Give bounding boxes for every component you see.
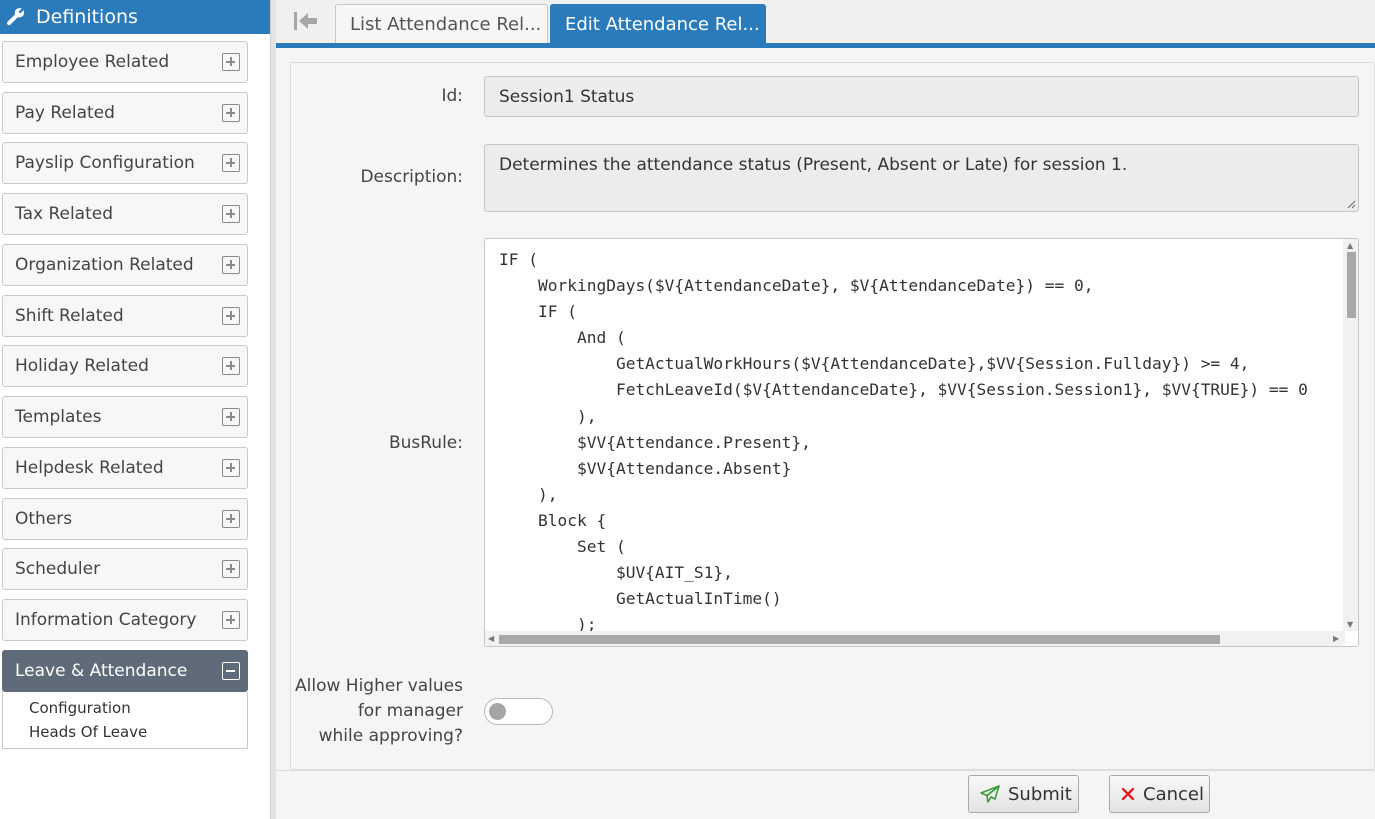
tab-edit-attendance[interactable]: Edit Attendance Rel... <box>550 4 766 44</box>
expand-plus-icon[interactable] <box>222 104 240 122</box>
vertical-scrollbar[interactable]: ▲ ▼ <box>1343 239 1358 631</box>
scroll-down-arrow-icon[interactable]: ▼ <box>1347 621 1353 629</box>
close-icon <box>1122 788 1134 800</box>
sidebar-item-label: Holiday Related <box>15 356 149 376</box>
submenu-item-heads-of-leave[interactable]: Heads Of Leave <box>29 723 147 741</box>
id-field[interactable]: Session1 Status <box>484 76 1359 117</box>
sidebar-item-label: Payslip Configuration <box>15 153 195 173</box>
sidebar-item-label: Templates <box>15 407 102 427</box>
allow-higher-label-line2: for manager <box>357 701 463 721</box>
busrule-code-editor[interactable]: IF ( WorkingDays($V{AttendanceDate}, $V{… <box>484 238 1359 647</box>
sidebar-item-pay-related[interactable]: Pay Related <box>2 92 248 134</box>
sidebar-item-label: Leave & Attendance <box>15 661 188 681</box>
sidebar-header: Definitions <box>0 0 270 34</box>
expand-plus-icon[interactable] <box>222 256 240 274</box>
id-value: Session1 Status <box>499 87 635 107</box>
submit-label: Submit <box>1008 784 1072 805</box>
sidebar-item-label: Organization Related <box>15 255 194 275</box>
sidebar-item-employee-related[interactable]: Employee Related <box>2 41 248 83</box>
tab-label: Edit Attendance Rel... <box>565 14 760 35</box>
tab-label: List Attendance Rel... <box>350 14 542 35</box>
horizontal-scroll-thumb[interactable] <box>499 635 1220 644</box>
busrule-label: BusRule: <box>388 433 463 453</box>
scroll-left-arrow-icon[interactable]: ◀ <box>488 635 494 643</box>
cancel-button[interactable]: Cancel <box>1109 775 1210 813</box>
vertical-scroll-thumb[interactable] <box>1347 252 1356 318</box>
expand-plus-icon[interactable] <box>222 560 240 578</box>
tab-list-attendance[interactable]: List Attendance Rel... <box>335 4 548 44</box>
sidebar-item-others[interactable]: Others <box>2 498 248 540</box>
expand-plus-icon[interactable] <box>222 408 240 426</box>
busrule-code: IF ( WorkingDays($V{AttendanceDate}, $V{… <box>499 250 1308 635</box>
sidebar-item-information-category[interactable]: Information Category <box>2 599 248 641</box>
expand-plus-icon[interactable] <box>222 205 240 223</box>
sidebar-item-label: Employee Related <box>15 52 170 72</box>
description-label: Description: <box>360 167 463 187</box>
collapse-sidebar-icon[interactable] <box>291 10 319 32</box>
sidebar: Definitions Employee Related Pay Related… <box>0 0 270 819</box>
leave-attendance-submenu: Configuration Heads Of Leave <box>2 692 248 749</box>
submenu-item-configuration[interactable]: Configuration <box>29 699 131 717</box>
expand-plus-icon[interactable] <box>222 611 240 629</box>
sidebar-item-helpdesk-related[interactable]: Helpdesk Related <box>2 447 248 489</box>
resize-grip-icon[interactable] <box>1347 200 1356 209</box>
sidebar-item-leave-attendance[interactable]: Leave & Attendance <box>2 650 248 692</box>
wrench-icon <box>7 8 25 26</box>
expand-plus-icon[interactable] <box>222 459 240 477</box>
sidebar-item-shift-related[interactable]: Shift Related <box>2 295 248 337</box>
sidebar-item-label: Shift Related <box>15 306 124 326</box>
description-field[interactable]: Determines the attendance status (Presen… <box>484 144 1359 212</box>
sidebar-item-organization-related[interactable]: Organization Related <box>2 244 248 286</box>
expand-plus-icon[interactable] <box>222 53 240 71</box>
cancel-label: Cancel <box>1143 784 1204 805</box>
sidebar-item-holiday-related[interactable]: Holiday Related <box>2 345 248 387</box>
sidebar-item-label: Pay Related <box>15 103 115 123</box>
horizontal-scrollbar[interactable]: ◀ ▶ <box>485 631 1345 646</box>
expand-plus-icon[interactable] <box>222 307 240 325</box>
allow-higher-label-line1: Allow Higher values <box>295 676 463 696</box>
expand-plus-icon[interactable] <box>222 510 240 528</box>
scroll-up-arrow-icon[interactable]: ▲ <box>1347 242 1353 250</box>
sidebar-item-label: Helpdesk Related <box>15 458 164 478</box>
description-value: Determines the attendance status (Presen… <box>499 155 1128 175</box>
sidebar-item-scheduler[interactable]: Scheduler <box>2 548 248 590</box>
sidebar-item-label: Others <box>15 509 73 529</box>
sidebar-item-templates[interactable]: Templates <box>2 396 248 438</box>
submit-button[interactable]: Submit <box>968 775 1079 813</box>
expand-plus-icon[interactable] <box>222 154 240 172</box>
sidebar-item-label: Tax Related <box>15 204 114 224</box>
allow-higher-values-toggle[interactable] <box>484 698 553 725</box>
sidebar-item-label: Scheduler <box>15 559 101 579</box>
allow-higher-label-line3: while approving? <box>318 726 463 746</box>
expand-plus-icon[interactable] <box>222 357 240 375</box>
scroll-right-arrow-icon[interactable]: ▶ <box>1333 635 1339 643</box>
collapse-minus-icon[interactable] <box>222 662 240 680</box>
toggle-knob <box>489 703 506 720</box>
sidebar-item-tax-related[interactable]: Tax Related <box>2 193 248 235</box>
sidebar-item-label: Information Category <box>15 610 197 630</box>
send-icon <box>980 785 1000 803</box>
id-label: Id: <box>441 86 463 106</box>
form-footer <box>276 770 1375 819</box>
sidebar-item-payslip-configuration[interactable]: Payslip Configuration <box>2 142 248 184</box>
sidebar-title: Definitions <box>36 6 138 28</box>
